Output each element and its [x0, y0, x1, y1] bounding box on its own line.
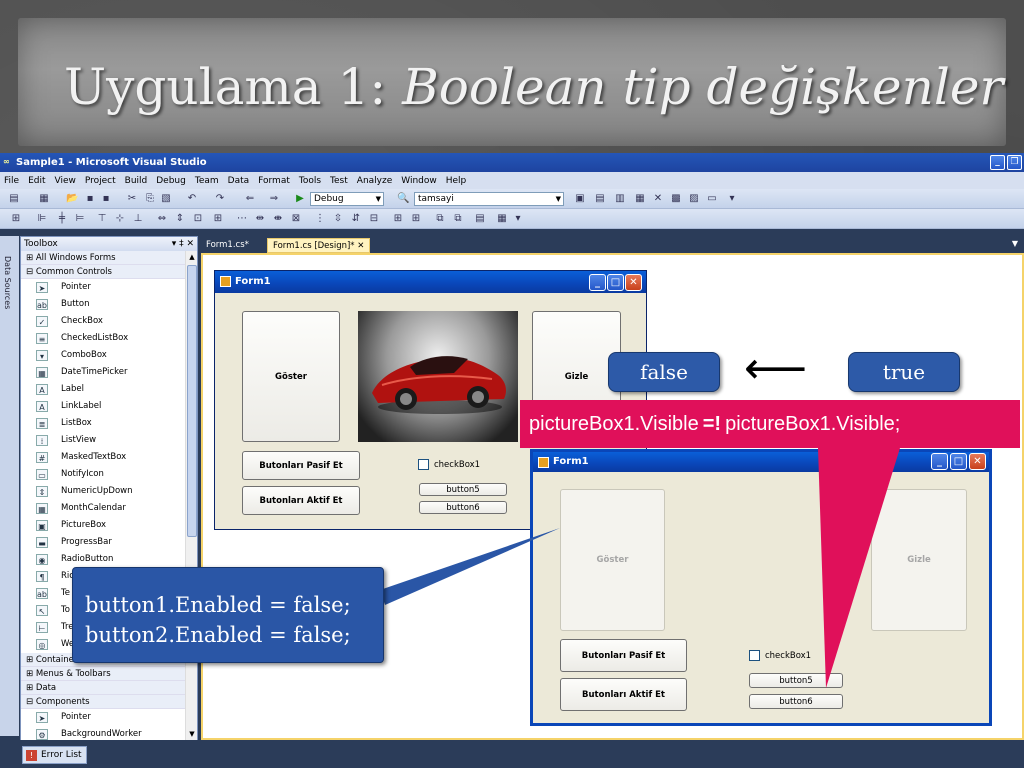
- error-icon: !: [26, 750, 37, 761]
- visible-right: pictureBox1.Visible;: [725, 412, 901, 435]
- error-list-button[interactable]: ! Error List: [22, 746, 87, 764]
- code-line-1: button1.Enabled = false;: [85, 593, 351, 617]
- false-pill: false: [608, 352, 720, 392]
- visible-operator: =!: [702, 412, 722, 435]
- visible-toggle-code: pictureBox1.Visible =! pictureBox1.Visib…: [520, 400, 1020, 448]
- error-list-label: Error List: [41, 750, 82, 760]
- true-pill: true: [848, 352, 960, 392]
- visible-left: pictureBox1.Visible: [529, 412, 699, 435]
- enabled-false-callout: button1.Enabled = false; button2.Enabled…: [72, 567, 384, 663]
- blue-callout-pointer: [380, 528, 560, 605]
- left-arrow-icon: ⟵: [744, 343, 808, 394]
- pink-callout-pointer: [818, 448, 900, 688]
- code-line-2: button2.Enabled = false;: [85, 623, 351, 647]
- status-bar: [0, 740, 1024, 768]
